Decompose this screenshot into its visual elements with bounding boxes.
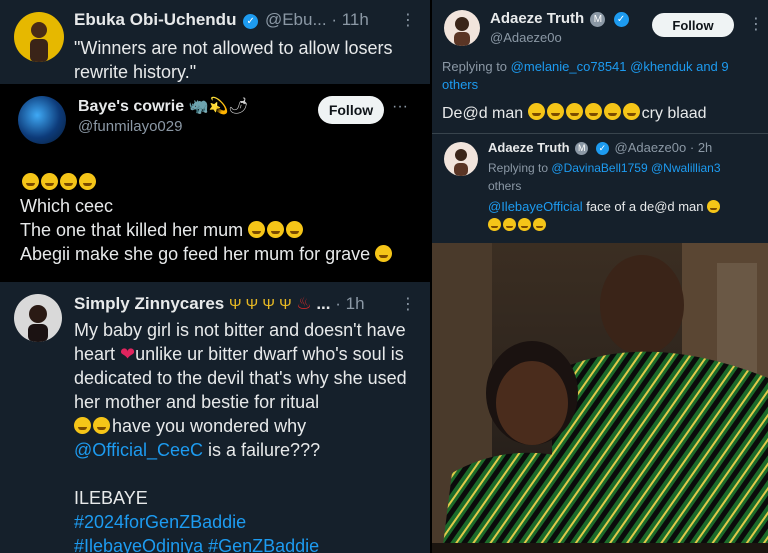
tweet-line: ILEBAYE <box>74 488 148 508</box>
avatar[interactable] <box>14 294 62 342</box>
laughing-emoji-icon <box>74 417 91 434</box>
verified-badge-icon: M <box>590 12 606 27</box>
tweet-bayes-cowrie[interactable]: Baye's cowrie 🦏💫🌶 @funmilayo029 Follow ·… <box>0 84 430 282</box>
mention-link[interactable]: @melanie_co78541 @khenduk <box>511 59 693 74</box>
tweet-line: Which ceec <box>20 196 114 216</box>
laughing-emoji-icon <box>546 103 564 120</box>
timestamp[interactable]: · 1h <box>335 294 364 313</box>
avatar[interactable] <box>18 96 66 144</box>
laughing-emoji-icon <box>248 221 266 238</box>
more-options-icon[interactable]: ⋮ <box>400 294 416 314</box>
verified-badge-icon: ✓ <box>613 12 629 27</box>
follow-button[interactable]: Follow <box>318 96 384 124</box>
avatar[interactable] <box>444 142 478 176</box>
author-name[interactable]: Ebuka Obi-Uchendu <box>74 10 236 29</box>
laughing-emoji-icon <box>565 103 583 120</box>
laughing-emoji-icon <box>533 218 546 231</box>
left-screenshot: Ebuka Obi-Uchendu ✓ @Ebu... · 11h ⋮ "Win… <box>0 0 430 553</box>
author-name[interactable]: Simply Zinnycares <box>74 294 224 313</box>
laughing-emoji-icon <box>622 103 640 120</box>
mention-link[interactable]: @DavinaBell1759 @Nwalillian3 <box>551 161 720 175</box>
laughing-emoji-icon <box>60 173 77 190</box>
laughing-emoji-icon <box>527 103 545 120</box>
tweet-line: Abegii make she go feed her mum for grav… <box>20 242 394 266</box>
pepper-emoji-icon: ♨ <box>296 294 312 313</box>
tweet-text: My baby girl is not bitter and doesn't h… <box>74 320 407 412</box>
laughing-emoji-icon <box>41 173 58 190</box>
author-name[interactable]: Adaeze Truth <box>488 140 570 155</box>
mention-link[interactable]: @Official_CeeC <box>74 440 203 460</box>
author-name[interactable]: Adaeze Truth <box>490 10 584 27</box>
laughing-emoji-icon <box>93 417 110 434</box>
laughing-emoji-icon <box>488 218 501 231</box>
tweet-text: "Winners are not allowed to allow losers… <box>74 38 393 82</box>
more-options-icon[interactable]: ··· <box>392 98 408 116</box>
follow-button[interactable]: Follow <box>652 13 734 37</box>
author-name[interactable]: Baye's cowrie <box>78 98 184 115</box>
avatar[interactable] <box>444 10 480 46</box>
mention-link[interactable]: @IlebayeOfficial <box>488 199 583 214</box>
laughing-emoji-icon <box>79 173 96 190</box>
timestamp[interactable]: · 11h <box>331 10 369 29</box>
replying-to: Replying to @DavinaBell1759 @Nwalillian3… <box>488 161 721 193</box>
tweet-text: De@d man cry blaad <box>442 103 707 122</box>
more-options-icon[interactable]: ⋮ <box>748 14 764 34</box>
verified-badge-icon: ✓ <box>243 14 259 29</box>
tweet-simply-zinnycares[interactable]: Simply Zinnycares Ψ Ψ Ψ Ψ ♨ ... · 1h ⋮ M… <box>0 282 430 553</box>
laughing-emoji-icon <box>267 221 285 238</box>
tweet-text: @IlebayeOfficial face of a de@d man <box>488 198 766 234</box>
more-options-icon[interactable]: ⋮ <box>400 10 416 30</box>
verified-badge-icon: M <box>575 142 589 155</box>
hashtag-link[interactable]: #IlebayeOdiniya #GenZBaddie <box>74 534 319 553</box>
emoji-decoration-icon: 🦏💫🌶 <box>188 98 249 115</box>
timestamp[interactable]: · 2h <box>690 140 712 155</box>
author-handle[interactable]: @Adaeze0o <box>615 140 687 155</box>
hashtag-link[interactable]: #2024forGenZBaddie <box>74 510 246 534</box>
replying-to: Replying to @melanie_co78541 @khenduk an… <box>442 59 729 92</box>
tweet-line: The one that killed her mum <box>20 218 305 242</box>
laughing-emoji-icon <box>22 173 39 190</box>
emoji-row <box>22 170 98 194</box>
tweet-line: @Official_CeeC is a failure??? <box>74 440 321 460</box>
laughing-emoji-icon <box>503 218 516 231</box>
avatar[interactable] <box>14 12 64 62</box>
tweet-ebuka[interactable]: Ebuka Obi-Uchendu ✓ @Ebu... · 11h ⋮ "Win… <box>0 0 430 84</box>
laughing-emoji-icon <box>286 221 304 238</box>
author-handle[interactable]: @Adaeze0o <box>490 30 562 45</box>
laughing-emoji-icon <box>707 200 721 213</box>
author-handle[interactable]: @Ebu... <box>265 10 327 29</box>
right-screenshot: Adaeze Truth M ✓ @Adaeze0o Follow ⋮ Repl… <box>432 0 768 553</box>
photo-illustration <box>432 243 768 553</box>
laughing-emoji-icon <box>603 103 621 120</box>
laughing-emoji-icon <box>584 103 602 120</box>
tired-emoji-icon <box>375 245 393 262</box>
laughing-emoji-icon <box>518 218 531 231</box>
red-heart-icon: ❤ <box>120 344 136 364</box>
divider <box>432 133 768 134</box>
trident-emoji-icon: Ψ Ψ Ψ Ψ <box>228 296 292 313</box>
tweet-photo[interactable] <box>432 243 768 553</box>
verified-badge-icon: ✓ <box>595 142 609 155</box>
tweet-line: have you wondered why <box>74 414 306 438</box>
author-handle[interactable]: @funmilayo029 <box>78 118 182 135</box>
